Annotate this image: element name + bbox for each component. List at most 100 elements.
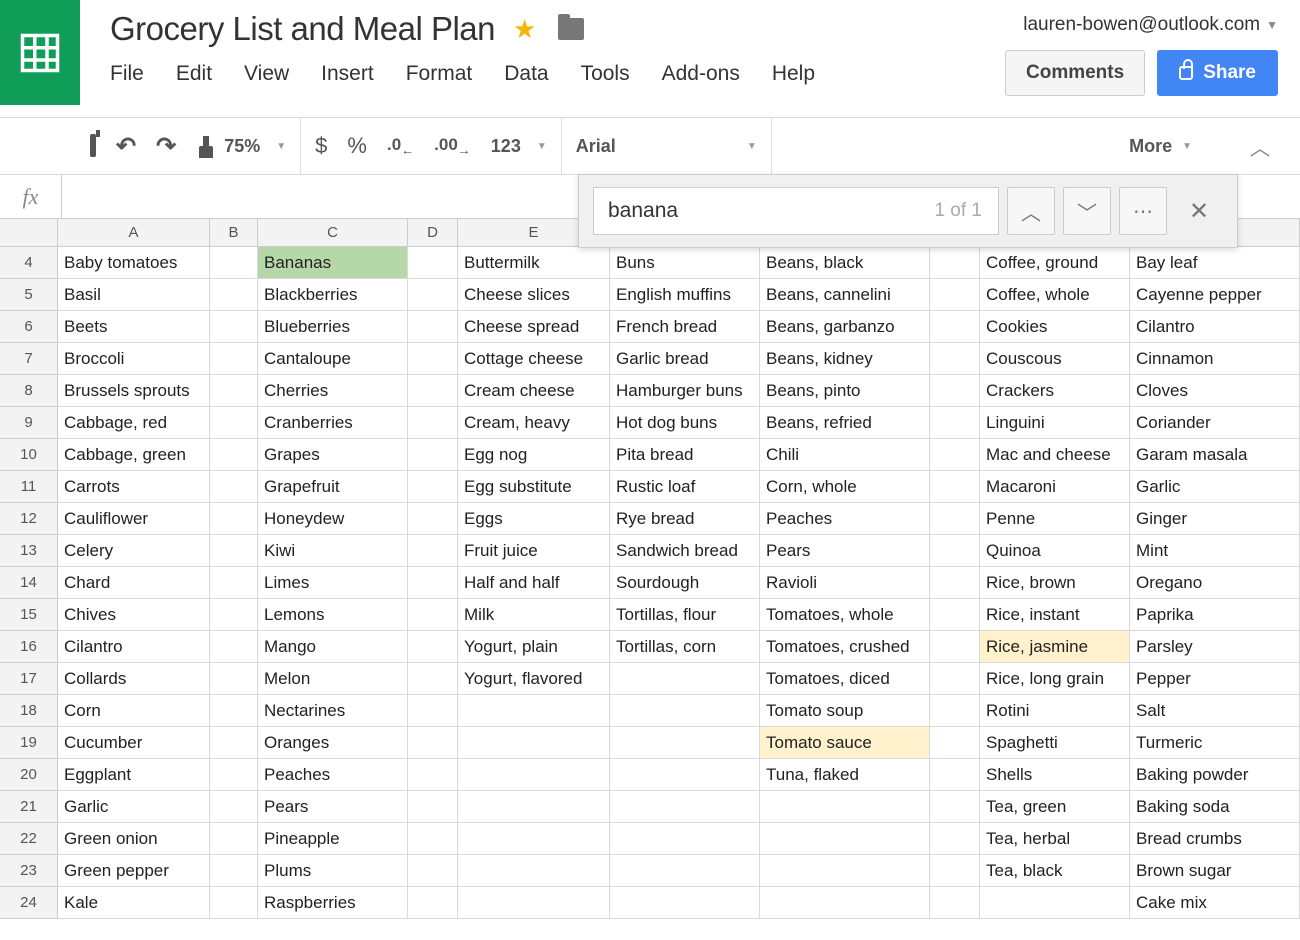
folder-icon[interactable] [558, 18, 584, 40]
cell-A11[interactable]: Carrots [58, 471, 210, 502]
cell-G24[interactable] [760, 887, 930, 918]
cell-D9[interactable] [408, 407, 458, 438]
cell-F20[interactable] [610, 759, 760, 790]
cell-G13[interactable]: Pears [760, 535, 930, 566]
cell-B14[interactable] [210, 567, 258, 598]
cell-G20[interactable]: Tuna, flaked [760, 759, 930, 790]
cell-D12[interactable] [408, 503, 458, 534]
cell-D11[interactable] [408, 471, 458, 502]
cell-C7[interactable]: Cantaloupe [258, 343, 408, 374]
cell-J4[interactable]: Bay leaf [1130, 247, 1300, 278]
cell-D20[interactable] [408, 759, 458, 790]
cell-B19[interactable] [210, 727, 258, 758]
cell-C10[interactable]: Grapes [258, 439, 408, 470]
cell-D21[interactable] [408, 791, 458, 822]
cell-D23[interactable] [408, 855, 458, 886]
cell-A10[interactable]: Cabbage, green [58, 439, 210, 470]
cell-B9[interactable] [210, 407, 258, 438]
cell-F15[interactable]: Tortillas, flour [610, 599, 760, 630]
row-header-18[interactable]: 18 [0, 695, 57, 727]
menu-edit[interactable]: Edit [176, 62, 212, 86]
cell-G7[interactable]: Beans, kidney [760, 343, 930, 374]
cell-H11[interactable] [930, 471, 980, 502]
cell-F7[interactable]: Garlic bread [610, 343, 760, 374]
cell-J9[interactable]: Coriander [1130, 407, 1300, 438]
cell-A23[interactable]: Green pepper [58, 855, 210, 886]
cell-G19[interactable]: Tomato sauce [760, 727, 930, 758]
cell-E17[interactable]: Yogurt, flavored [458, 663, 610, 694]
cell-E23[interactable] [458, 855, 610, 886]
row-header-6[interactable]: 6 [0, 311, 57, 343]
cell-I10[interactable]: Mac and cheese [980, 439, 1130, 470]
cell-F11[interactable]: Rustic loaf [610, 471, 760, 502]
cell-G5[interactable]: Beans, cannelini [760, 279, 930, 310]
cell-D17[interactable] [408, 663, 458, 694]
chevron-down-icon[interactable]: ▼ [747, 141, 757, 152]
cell-G8[interactable]: Beans, pinto [760, 375, 930, 406]
cell-I16[interactable]: Rice, jasmine [980, 631, 1130, 662]
cell-G12[interactable]: Peaches [760, 503, 930, 534]
sheets-logo[interactable] [0, 0, 80, 105]
cell-A7[interactable]: Broccoli [58, 343, 210, 374]
cell-E14[interactable]: Half and half [458, 567, 610, 598]
cell-H18[interactable] [930, 695, 980, 726]
cell-C22[interactable]: Pineapple [258, 823, 408, 854]
find-more-button[interactable]: ⋯ [1119, 187, 1167, 235]
cell-F10[interactable]: Pita bread [610, 439, 760, 470]
menu-insert[interactable]: Insert [321, 62, 374, 86]
cell-C19[interactable]: Oranges [258, 727, 408, 758]
cell-E22[interactable] [458, 823, 610, 854]
cell-A15[interactable]: Chives [58, 599, 210, 630]
find-prev-button[interactable]: ︿ [1007, 187, 1055, 235]
row-header-8[interactable]: 8 [0, 375, 57, 407]
cell-I9[interactable]: Linguini [980, 407, 1130, 438]
cell-H15[interactable] [930, 599, 980, 630]
cell-I23[interactable]: Tea, black [980, 855, 1130, 886]
cell-E16[interactable]: Yogurt, plain [458, 631, 610, 662]
cell-E11[interactable]: Egg substitute [458, 471, 610, 502]
cell-E15[interactable]: Milk [458, 599, 610, 630]
cell-I12[interactable]: Penne [980, 503, 1130, 534]
cell-grid[interactable]: Baby tomatoesBananasButtermilkBunsBeans,… [58, 247, 1300, 919]
cell-G21[interactable] [760, 791, 930, 822]
row-header-20[interactable]: 20 [0, 759, 57, 791]
row-header-12[interactable]: 12 [0, 503, 57, 535]
cell-C16[interactable]: Mango [258, 631, 408, 662]
cell-J12[interactable]: Ginger [1130, 503, 1300, 534]
row-header-15[interactable]: 15 [0, 599, 57, 631]
cell-E20[interactable] [458, 759, 610, 790]
collapse-toolbar-icon[interactable]: ︿ [1250, 132, 1270, 161]
cell-D22[interactable] [408, 823, 458, 854]
cell-C6[interactable]: Blueberries [258, 311, 408, 342]
cell-I24[interactable] [980, 887, 1130, 918]
cell-H10[interactable] [930, 439, 980, 470]
cell-E10[interactable]: Egg nog [458, 439, 610, 470]
cell-A22[interactable]: Green onion [58, 823, 210, 854]
cell-I5[interactable]: Coffee, whole [980, 279, 1130, 310]
cell-G4[interactable]: Beans, black [760, 247, 930, 278]
cell-G16[interactable]: Tomatoes, crushed [760, 631, 930, 662]
cell-F14[interactable]: Sourdough [610, 567, 760, 598]
cell-D14[interactable] [408, 567, 458, 598]
cell-I8[interactable]: Crackers [980, 375, 1130, 406]
cell-A5[interactable]: Basil [58, 279, 210, 310]
cell-J15[interactable]: Paprika [1130, 599, 1300, 630]
cell-I4[interactable]: Coffee, ground [980, 247, 1130, 278]
increase-decimal-button[interactable]: .00→ [434, 135, 471, 157]
cell-C8[interactable]: Cherries [258, 375, 408, 406]
cell-C23[interactable]: Plums [258, 855, 408, 886]
cell-F4[interactable]: Buns [610, 247, 760, 278]
currency-button[interactable]: $ [315, 133, 327, 159]
cell-H12[interactable] [930, 503, 980, 534]
cell-A13[interactable]: Celery [58, 535, 210, 566]
col-header-C[interactable]: C [258, 219, 408, 246]
cell-G22[interactable] [760, 823, 930, 854]
share-button[interactable]: Share [1157, 50, 1278, 96]
cell-E7[interactable]: Cottage cheese [458, 343, 610, 374]
cell-D15[interactable] [408, 599, 458, 630]
cell-F23[interactable] [610, 855, 760, 886]
cell-A18[interactable]: Corn [58, 695, 210, 726]
cell-A6[interactable]: Beets [58, 311, 210, 342]
cell-A4[interactable]: Baby tomatoes [58, 247, 210, 278]
cell-E18[interactable] [458, 695, 610, 726]
